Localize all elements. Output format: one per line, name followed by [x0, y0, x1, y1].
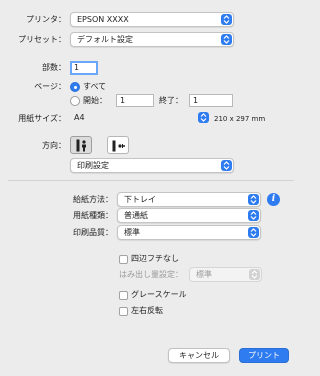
print-button[interactable]: プリント [239, 348, 289, 363]
pages-range-radio[interactable] [70, 96, 80, 106]
media-type-label: 用紙種類： [73, 211, 113, 220]
chevron-updown-icon [221, 14, 232, 25]
print-quality-label: 印刷品質： [73, 228, 113, 237]
printer-value: EPSON XXXX [77, 15, 129, 24]
copies-value: 1 [74, 63, 80, 72]
pages-from-value: 1 [120, 96, 126, 105]
paper-size-value: A4 [74, 113, 85, 122]
copies-label: 部数： [42, 63, 66, 72]
chevron-updown-icon [248, 210, 259, 221]
presets-popup[interactable]: デフォルト設定 [70, 32, 234, 47]
paper-dimensions: 210 x 297 mm [214, 115, 266, 123]
pages-all-label: すべて [83, 82, 107, 91]
copies-input[interactable]: 1 [70, 61, 98, 75]
section-menu-value: 印刷設定 [77, 161, 109, 170]
borderless-label: 四辺フチなし [131, 254, 179, 263]
print-quality-value: 標準 [124, 228, 140, 237]
presets-label: プリセット： [18, 35, 66, 44]
section-menu-popup[interactable]: 印刷設定 [70, 158, 234, 173]
media-type-value: 普通紙 [124, 211, 148, 220]
cancel-button[interactable]: キャンセル [168, 348, 230, 363]
pages-all-radio[interactable] [70, 82, 80, 92]
paper-size-popup[interactable]: A4 [70, 111, 210, 124]
expansion-label: はみ出し量設定： [119, 270, 183, 279]
paper-source-popup[interactable]: 下トレイ [117, 192, 261, 207]
printer-popup[interactable]: EPSON XXXX [70, 12, 234, 27]
media-type-popup[interactable]: 普通紙 [117, 208, 261, 223]
landscape-button[interactable] [107, 136, 129, 154]
chevron-updown-icon [198, 112, 209, 123]
paper-size-label: 用紙サイズ： [18, 114, 66, 123]
portrait-orientation-icon [76, 139, 86, 152]
pages-to-label: 終了： [159, 96, 183, 105]
expansion-popup[interactable]: 標準 [189, 267, 262, 282]
grayscale-checkbox[interactable] [119, 291, 128, 300]
portrait-button[interactable] [70, 136, 92, 154]
landscape-orientation-icon [112, 140, 125, 152]
chevron-updown-icon [221, 160, 232, 171]
pages-from-label: 開始： [83, 96, 107, 105]
grayscale-label: グレースケール [131, 290, 187, 299]
borderless-checkbox[interactable] [119, 255, 128, 264]
print-quality-popup[interactable]: 標準 [117, 225, 261, 240]
orientation-label: 方向： [42, 141, 66, 150]
mirror-checkbox[interactable] [119, 307, 128, 316]
presets-value: デフォルト設定 [77, 35, 133, 44]
paper-source-label: 給紙方法： [73, 195, 113, 204]
pages-label: ページ： [34, 82, 66, 91]
mirror-label: 左右反転 [131, 306, 163, 315]
info-icon[interactable]: i [267, 193, 280, 206]
chevron-updown-icon [248, 227, 259, 238]
printer-label: プリンタ： [26, 15, 66, 24]
pages-to-input[interactable]: 1 [189, 94, 233, 107]
pages-from-input[interactable]: 1 [116, 94, 154, 107]
chevron-updown-icon [248, 194, 259, 205]
chevron-updown-icon [221, 34, 232, 45]
section-divider [8, 180, 294, 181]
pages-to-value: 1 [193, 96, 199, 105]
expansion-value: 標準 [196, 270, 212, 279]
chevron-updown-icon [249, 269, 260, 280]
paper-source-value: 下トレイ [124, 195, 156, 204]
